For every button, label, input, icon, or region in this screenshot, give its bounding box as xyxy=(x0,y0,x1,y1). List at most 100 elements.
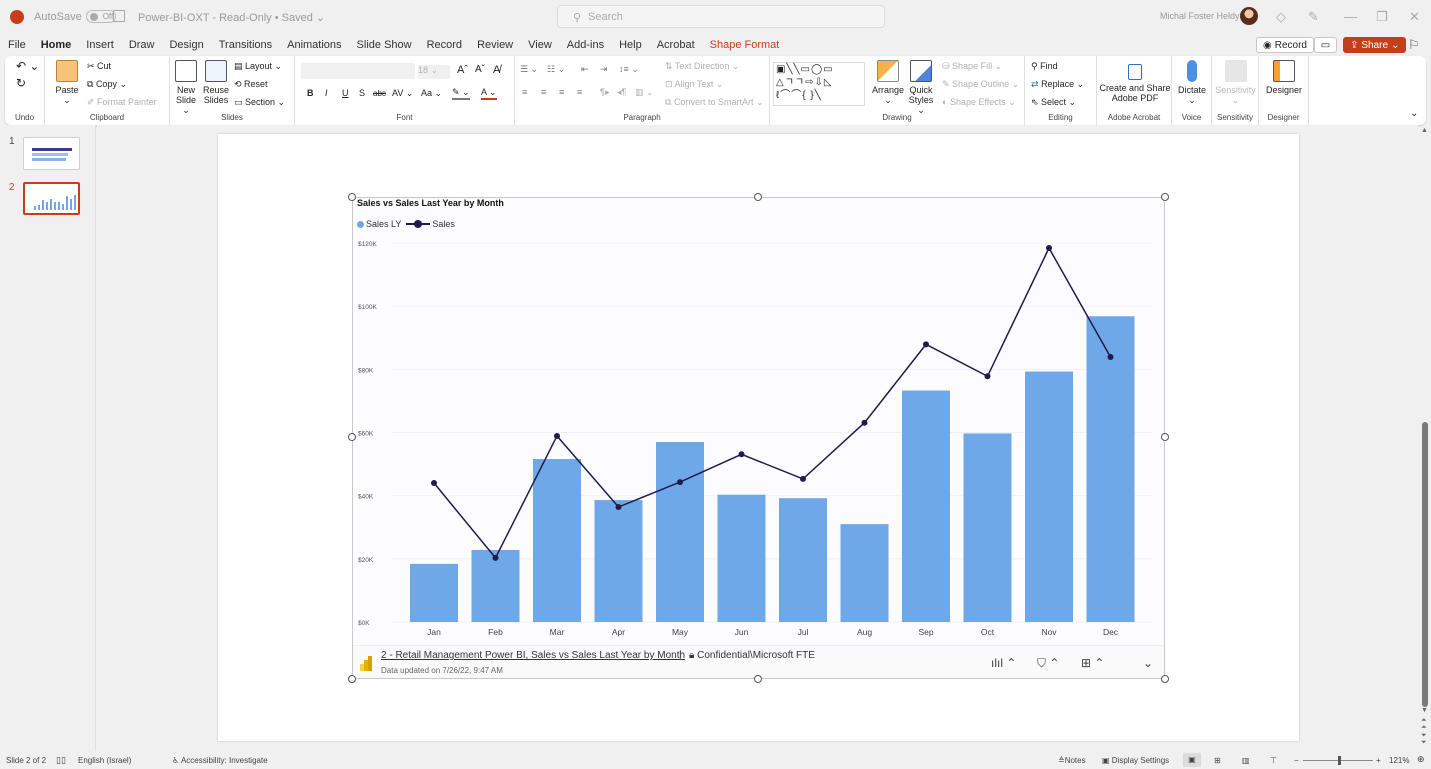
arrange-button[interactable]: Arrange ⌄ xyxy=(872,60,904,105)
shapes-gallery[interactable]: ▣╲╲▭◯▭ △ㄱㄱ⇨⇩◺ ℓ⌒⌒{ }╲ xyxy=(773,62,865,106)
minimize-button[interactable]: — xyxy=(1344,9,1357,24)
align-center-icon[interactable]: ≡ xyxy=(541,87,546,97)
slideshow-icon[interactable]: ⊤ xyxy=(1270,756,1277,765)
decrease-indent-icon[interactable]: ⇤ xyxy=(581,64,589,75)
tab-draw[interactable]: Draw xyxy=(121,34,162,56)
tab-acrobat[interactable]: Acrobat xyxy=(649,34,702,56)
resize-handle-top[interactable] xyxy=(754,193,762,201)
character-spacing-button[interactable]: AV ⌄ xyxy=(392,88,413,99)
shape-effects-button[interactable]: ◐ Shape Effects ⌄ xyxy=(942,97,1016,108)
resize-handle-right[interactable] xyxy=(1161,433,1169,441)
align-right-icon[interactable]: ≡ xyxy=(559,87,564,97)
autosave-control[interactable]: AutoSave Off xyxy=(34,10,116,23)
increase-indent-icon[interactable]: ⇥ xyxy=(600,64,608,75)
bullets-icon[interactable]: ☰ ⌄ xyxy=(520,64,538,75)
justify-icon[interactable]: ≡ xyxy=(577,87,582,97)
grow-font-button[interactable]: Aˆ xyxy=(457,64,468,76)
section-button[interactable]: ▭ Section ⌄ xyxy=(234,97,285,108)
reading-view-icon[interactable]: ▥ xyxy=(1242,756,1250,765)
convert-smartart-button[interactable]: ⧉ Convert to SmartArt ⌄ xyxy=(665,97,764,108)
rtl-icon[interactable]: ◂¶ xyxy=(617,87,626,98)
report-link[interactable]: 2 - Retail Management Power BI, Sales vs… xyxy=(381,650,685,661)
layout-button[interactable]: ▤ Layout ⌄ xyxy=(234,61,282,72)
align-left-icon[interactable]: ≡ xyxy=(522,87,527,97)
undo-icon[interactable]: ↶ ⌄ xyxy=(16,59,39,73)
resize-handle-bottom-right[interactable] xyxy=(1161,675,1169,683)
search-box[interactable]: ⚲ Search xyxy=(557,5,885,28)
find-button[interactable]: ⚲ Find xyxy=(1031,61,1058,72)
sensitivity-button[interactable]: Sensitivity ⌄ xyxy=(1214,60,1257,105)
share-button[interactable]: ⇪ Share ⌄ xyxy=(1343,37,1407,53)
tab-record[interactable]: Record xyxy=(419,34,469,56)
redo-icon[interactable]: ↻ xyxy=(16,76,26,90)
numbering-icon[interactable]: ☷ ⌄ xyxy=(547,64,565,75)
display-settings-button[interactable]: ▣ Display Settings xyxy=(1102,756,1169,765)
close-button[interactable]: ✕ xyxy=(1409,9,1420,25)
filter-options-icon[interactable]: ⛉ ⌃ xyxy=(1037,656,1059,671)
font-color-icon[interactable]: A ⌄ xyxy=(481,87,497,100)
strikethrough-button[interactable]: abc xyxy=(373,89,386,98)
tab-transitions[interactable]: Transitions xyxy=(211,34,279,56)
insert-options-icon[interactable]: ⊞ ⌃ xyxy=(1081,656,1104,670)
align-text-button[interactable]: ⊡ Align Text ⌄ xyxy=(665,79,723,90)
fit-slide-icon[interactable]: ⊕ xyxy=(1417,754,1425,765)
paste-button[interactable]: Paste ⌄ xyxy=(55,60,79,105)
ltr-icon[interactable]: ¶▸ xyxy=(600,87,609,98)
pen-icon[interactable]: ✎ xyxy=(1308,9,1319,25)
tab-file[interactable]: File xyxy=(0,34,33,56)
tab-design[interactable]: Design xyxy=(161,34,210,56)
premium-diamond-icon[interactable]: ◇ xyxy=(1276,9,1286,25)
font-size-select[interactable]: 18 ⌄ xyxy=(418,65,450,79)
tab-home[interactable]: Home xyxy=(33,34,79,58)
zoom-level[interactable]: 121% xyxy=(1389,756,1409,765)
columns-icon[interactable]: ▥ ⌄ xyxy=(635,87,654,98)
slide-sorter-icon[interactable]: ⊞ xyxy=(1214,756,1221,765)
scroll-up-icon[interactable]: ▲ xyxy=(1421,127,1428,134)
collapse-ribbon-icon[interactable]: ⌄ xyxy=(1410,108,1418,119)
select-button[interactable]: ⇖ Select ⌄ xyxy=(1031,97,1076,108)
copilot-presenter-icon[interactable]: ⚐ xyxy=(1408,37,1420,53)
designer-button[interactable]: Designer xyxy=(1261,60,1307,95)
dictate-button[interactable]: Dictate ⌄ xyxy=(1174,60,1210,105)
replace-button[interactable]: ⇄ Replace ⌄ xyxy=(1031,79,1084,90)
tab-add-ins[interactable]: Add-ins xyxy=(559,34,611,56)
resize-handle-top-right[interactable] xyxy=(1161,193,1169,201)
previous-slide-icon[interactable]: ⏶ ⏶ xyxy=(1421,717,1427,731)
shape-outline-button[interactable]: ✎ Shape Outline ⌄ xyxy=(942,79,1019,90)
vertical-scrollbar[interactable]: ▲ ▼ ⏶ ⏶ ⏷ ⏷ xyxy=(1419,125,1431,751)
zoom-slider-thumb[interactable] xyxy=(1338,756,1341,765)
text-direction-button[interactable]: ⇅ Text Direction ⌄ xyxy=(665,61,739,72)
clear-formatting-button[interactable]: A̸ xyxy=(493,64,500,76)
line-spacing-icon[interactable]: ↕≡ ⌄ xyxy=(619,64,639,75)
slide-thumbnail-1[interactable] xyxy=(23,137,80,170)
underline-button[interactable]: U xyxy=(342,88,349,98)
tab-insert[interactable]: Insert xyxy=(78,34,121,56)
avatar[interactable] xyxy=(1240,7,1258,25)
reset-button[interactable]: ⟲ Reset xyxy=(234,79,268,90)
save-icon[interactable] xyxy=(113,10,125,22)
resize-handle-top-left[interactable] xyxy=(348,193,356,201)
create-share-pdf-button[interactable]: Create and Share Adobe PDF xyxy=(1099,64,1171,103)
new-slide-button[interactable]: New Slide ⌄ xyxy=(173,60,199,115)
change-case-button[interactable]: Aa ⌄ xyxy=(421,88,442,99)
tab-review[interactable]: Review xyxy=(469,34,520,56)
resize-handle-bottom[interactable] xyxy=(754,675,762,683)
tab-view[interactable]: View xyxy=(520,34,559,56)
shrink-font-button[interactable]: Aˇ xyxy=(475,64,485,75)
slide-thumbnail-2[interactable] xyxy=(23,182,80,215)
document-title[interactable]: Power-BI-OXT - Read-Only • Saved ⌄ xyxy=(138,11,325,24)
zoom-in-button[interactable]: + xyxy=(1376,756,1381,765)
record-button[interactable]: ◉ Record xyxy=(1256,37,1314,53)
resize-handle-left[interactable] xyxy=(348,433,356,441)
highlight-icon[interactable]: ✎ ⌄ xyxy=(452,87,470,100)
font-family-select[interactable] xyxy=(301,63,415,79)
expand-chevron-icon[interactable]: ⌄ xyxy=(1143,656,1153,670)
tab-help[interactable]: Help xyxy=(611,34,649,56)
normal-view-icon[interactable]: ▣ xyxy=(1183,753,1201,767)
resize-handle-bottom-left[interactable] xyxy=(348,675,356,683)
cut-button[interactable]: ✂ Cut xyxy=(87,61,111,72)
shape-fill-button[interactable]: ⛁ Shape Fill ⌄ xyxy=(942,61,1002,72)
format-painter-button[interactable]: ✐ Format Painter xyxy=(87,97,157,108)
chart-options-icon[interactable]: ılıl ⌃ xyxy=(991,656,1016,670)
language-indicator[interactable]: English (Israel) xyxy=(78,756,131,765)
